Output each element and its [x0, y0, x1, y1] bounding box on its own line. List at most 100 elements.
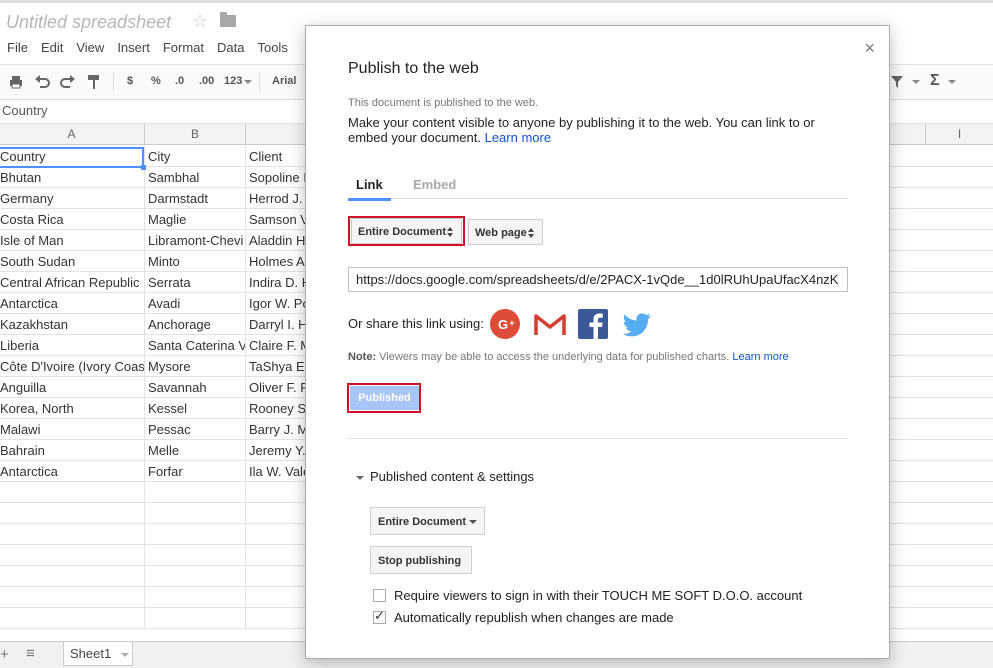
menu-view[interactable]: View [76, 40, 104, 60]
currency-format-button[interactable]: $ [127, 75, 133, 87]
table-cell[interactable] [246, 587, 306, 608]
table-cell[interactable]: TaShya E [246, 356, 306, 377]
table-cell[interactable]: Minto [145, 251, 246, 272]
table-cell[interactable]: Bahrain [0, 440, 145, 461]
table-cell[interactable]: Claire F. M [246, 335, 306, 356]
table-cell[interactable]: Anchorage [145, 314, 246, 335]
table-cell[interactable]: Mysore [145, 356, 246, 377]
table-cell[interactable] [246, 566, 306, 587]
fill-handle[interactable] [141, 165, 146, 170]
settings-toggle[interactable]: Published content & settings [356, 469, 534, 484]
table-cell[interactable]: Serrata [145, 272, 246, 293]
table-cell[interactable]: Pessac [145, 419, 246, 440]
learn-more-link[interactable]: Learn more [485, 130, 551, 145]
twitter-icon[interactable] [621, 308, 653, 340]
table-cell[interactable]: Barry J. M [246, 419, 306, 440]
table-cell[interactable]: Korea, North [0, 398, 145, 419]
table-cell[interactable]: Melle [145, 440, 246, 461]
table-cell[interactable]: Sopoline I [246, 167, 306, 188]
table-cell[interactable]: Bhutan [0, 167, 145, 188]
table-cell[interactable] [0, 587, 145, 608]
table-cell[interactable] [0, 566, 145, 587]
column-header-a[interactable]: A [0, 124, 145, 145]
table-cell[interactable] [246, 503, 306, 524]
table-cell[interactable]: City [145, 146, 246, 167]
table-cell[interactable] [0, 482, 145, 503]
table-cell[interactable]: Germany [0, 188, 145, 209]
table-cell[interactable] [246, 545, 306, 566]
table-cell[interactable]: Anguilla [0, 377, 145, 398]
table-cell[interactable] [246, 482, 306, 503]
close-icon[interactable]: × [864, 38, 875, 59]
table-cell[interactable]: Côte D'Ivoire (Ivory Coast [0, 356, 145, 377]
percent-format-button[interactable]: % [151, 75, 161, 87]
menu-data[interactable]: Data [217, 40, 244, 60]
menu-format[interactable]: Format [163, 40, 204, 60]
table-cell[interactable]: Antarctica [0, 293, 145, 314]
table-cell[interactable]: Costa Rica [0, 209, 145, 230]
sheet-tab[interactable]: Sheet1 [63, 642, 133, 666]
table-cell[interactable] [145, 524, 246, 545]
table-cell[interactable] [145, 545, 246, 566]
tab-link[interactable]: Link [348, 177, 391, 201]
table-cell[interactable] [145, 587, 246, 608]
table-cell[interactable]: Rooney S [246, 398, 306, 419]
paint-format-icon[interactable] [87, 74, 101, 90]
add-sheet-icon[interactable]: + [0, 646, 9, 663]
signin-checkbox-row[interactable]: Require viewers to sign in with their TO… [373, 588, 802, 603]
table-cell[interactable]: Igor W. Po [246, 293, 306, 314]
tab-embed[interactable]: Embed [413, 177, 456, 198]
table-cell[interactable]: Forfar [145, 461, 246, 482]
table-cell[interactable]: Malawi [0, 419, 145, 440]
table-cell[interactable] [145, 608, 246, 629]
redo-icon[interactable] [60, 75, 76, 89]
table-cell[interactable]: Santa Caterina V [145, 335, 246, 356]
table-cell[interactable]: Isle of Man [0, 230, 145, 251]
all-sheets-icon[interactable]: ≡ [26, 645, 35, 662]
table-cell[interactable]: Darmstadt [145, 188, 246, 209]
table-cell[interactable]: Jeremy Y. [246, 440, 306, 461]
table-cell[interactable]: Holmes A [246, 251, 306, 272]
menu-edit[interactable]: Edit [41, 40, 63, 60]
published-button[interactable]: Published [350, 386, 419, 410]
undo-icon[interactable] [34, 75, 50, 89]
functions-icon[interactable]: Σ [930, 72, 940, 90]
column-header-b[interactable]: B [145, 124, 246, 145]
facebook-icon[interactable] [577, 308, 609, 340]
star-icon[interactable]: ☆ [192, 11, 208, 32]
table-cell[interactable]: Samson V [246, 209, 306, 230]
print-icon[interactable] [9, 75, 23, 89]
google-plus-icon[interactable]: G + [489, 308, 521, 340]
publish-url-field[interactable]: https://docs.google.com/spreadsheets/d/e… [348, 267, 848, 292]
table-cell[interactable] [0, 608, 145, 629]
increase-decimal-button[interactable]: .00 [199, 75, 214, 87]
menu-tools[interactable]: Tools [257, 40, 287, 60]
signin-checkbox[interactable] [373, 589, 386, 602]
table-cell[interactable]: South Sudan [0, 251, 145, 272]
table-cell[interactable]: Client [246, 146, 306, 167]
table-cell[interactable]: Libramont-Chevi [145, 230, 246, 251]
gmail-icon[interactable] [534, 308, 566, 340]
table-cell[interactable] [145, 566, 246, 587]
table-cell[interactable]: Liberia [0, 335, 145, 356]
table-cell[interactable] [246, 608, 306, 629]
document-title[interactable]: Untitled spreadsheet [6, 12, 171, 33]
settings-scope-dropdown[interactable]: Entire Document [370, 507, 485, 535]
table-cell[interactable] [0, 524, 145, 545]
table-cell[interactable] [0, 503, 145, 524]
republish-checkbox[interactable] [373, 608, 386, 624]
table-cell[interactable]: Avadi [145, 293, 246, 314]
column-header-i[interactable]: I [926, 124, 993, 145]
table-cell[interactable]: Antarctica [0, 461, 145, 482]
filter-icon[interactable] [890, 75, 904, 89]
table-cell[interactable] [246, 524, 306, 545]
table-cell[interactable]: Oliver F. F [246, 377, 306, 398]
menu-file[interactable]: File [7, 40, 28, 60]
table-cell[interactable]: Darryl I. H [246, 314, 306, 335]
more-formats-button[interactable]: 123 [224, 75, 242, 87]
font-select[interactable]: Arial [272, 75, 296, 87]
note-learn-more-link[interactable]: Learn more [732, 351, 788, 363]
table-cell[interactable] [145, 482, 246, 503]
table-cell[interactable]: Sambhal [145, 167, 246, 188]
format-select[interactable]: Web page [468, 219, 543, 245]
